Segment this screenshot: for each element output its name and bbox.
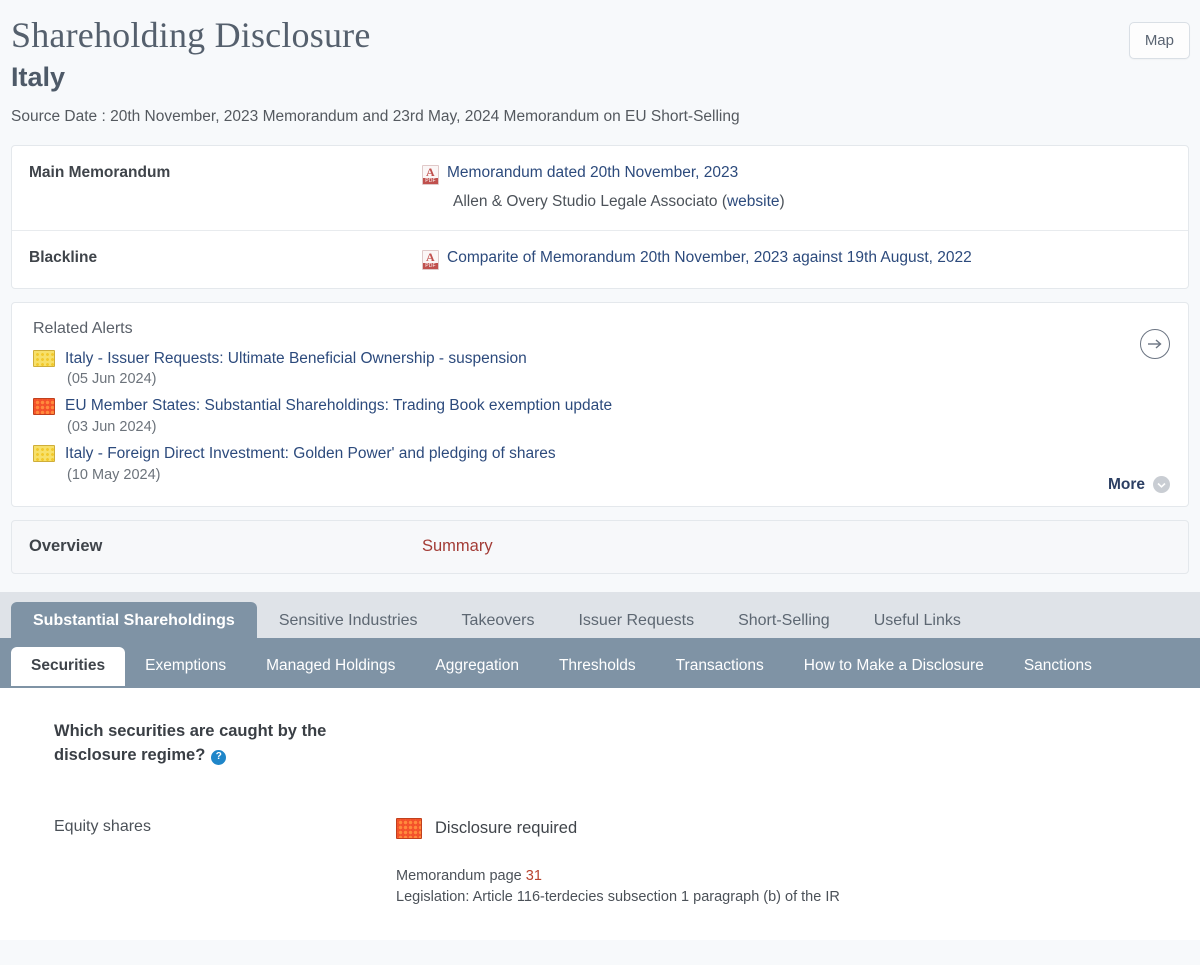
question-line-1: Which securities are caught by the	[54, 722, 326, 740]
memorandum-link-line: Memorandum dated 20th November, 2023	[422, 164, 1188, 185]
alert-marker-red-icon	[33, 398, 55, 415]
subtab-securities[interactable]: Securities	[11, 647, 125, 687]
subtab-thresholds[interactable]: Thresholds	[539, 647, 656, 687]
related-alerts-card: Related Alerts Italy - Issuer Requests: …	[11, 302, 1189, 507]
alert-date: (05 Jun 2024)	[67, 371, 1188, 388]
memorandum-website-link[interactable]: website	[727, 193, 780, 210]
answer-label: Equity shares	[0, 818, 396, 908]
help-icon[interactable]: ?	[211, 750, 226, 765]
summary-link[interactable]: Summary	[422, 537, 493, 556]
main-tabs-row: Substantial Shareholdings Sensitive Indu…	[11, 602, 1200, 641]
chevron-down-glyph	[1157, 482, 1166, 488]
alert-link[interactable]: EU Member States: Substantial Shareholdi…	[65, 396, 612, 415]
memorandum-row-main: Main Memorandum Memorandum dated 20th No…	[12, 146, 1188, 230]
memorandum-page-number[interactable]: 31	[526, 868, 542, 884]
list-item: EU Member States: Substantial Shareholdi…	[33, 396, 1188, 436]
alert-link[interactable]: Italy - Foreign Direct Investment: Golde…	[65, 444, 556, 463]
page-title: Shareholding Disclosure	[11, 14, 1200, 57]
memorandum-page-label: Memorandum page	[396, 868, 526, 884]
list-item: Italy - Foreign Direct Investment: Golde…	[33, 444, 1188, 484]
alert-date: (10 May 2024)	[67, 467, 1188, 484]
memorandum-firm-line: Allen & Overy Studio Legale Associato (w…	[453, 193, 1188, 212]
page-header: Shareholding Disclosure Italy Source Dat…	[0, 0, 1200, 127]
memorandum-link[interactable]: Memorandum dated 20th November, 2023	[447, 164, 738, 183]
answer-body: Disclosure required Memorandum page 31 L…	[396, 818, 1200, 908]
arrow-right-icon[interactable]	[1140, 329, 1170, 359]
answer-meta: Memorandum page 31 Legislation: Article …	[396, 866, 1200, 908]
blackline-label: Blackline	[12, 249, 422, 267]
alert-line: Italy - Foreign Direct Investment: Golde…	[33, 444, 1188, 463]
memorandum-firm-suffix: )	[780, 193, 785, 210]
alert-marker-yellow-icon	[33, 350, 55, 367]
more-label: More	[1108, 476, 1145, 494]
subtab-exemptions[interactable]: Exemptions	[125, 647, 246, 687]
sub-tabs-row: Securities Exemptions Managed Holdings A…	[11, 647, 1200, 687]
content-panel: Which securities are caught by the discl…	[0, 688, 1200, 940]
overview-label: Overview	[12, 537, 422, 556]
subtab-managed-holdings[interactable]: Managed Holdings	[246, 647, 415, 687]
alert-line: Italy - Issuer Requests: Ultimate Benefi…	[33, 349, 1188, 368]
content-question: Which securities are caught by the discl…	[54, 720, 384, 768]
subtab-how-to-make-a-disclosure[interactable]: How to Make a Disclosure	[784, 647, 1004, 687]
status-text: Disclosure required	[435, 819, 577, 838]
tab-sensitive-industries[interactable]: Sensitive Industries	[257, 602, 440, 641]
memorandum-card: Main Memorandum Memorandum dated 20th No…	[11, 145, 1189, 289]
alert-date: (03 Jun 2024)	[67, 419, 1188, 436]
overview-bar: Overview Summary	[11, 520, 1189, 574]
subtab-aggregation[interactable]: Aggregation	[415, 647, 539, 687]
blackline-link[interactable]: Comparite of Memorandum 20th November, 2…	[447, 249, 972, 268]
tab-issuer-requests[interactable]: Issuer Requests	[556, 602, 716, 641]
memorandum-firm-name: Allen & Overy Studio Legale Associato (	[453, 193, 727, 210]
blackline-body: Comparite of Memorandum 20th November, 2…	[422, 249, 1188, 270]
more-button[interactable]: More	[1108, 476, 1170, 494]
pdf-icon	[422, 165, 439, 185]
alert-line: EU Member States: Substantial Shareholdi…	[33, 396, 1188, 415]
status-marker-red-icon	[396, 818, 422, 839]
tab-useful-links[interactable]: Useful Links	[852, 602, 983, 641]
tab-short-selling[interactable]: Short-Selling	[716, 602, 852, 641]
memorandum-body: Memorandum dated 20th November, 2023 All…	[422, 164, 1188, 212]
answer-row: Equity shares Disclosure required Memora…	[0, 818, 1200, 908]
pdf-icon	[422, 250, 439, 270]
related-alerts-title: Related Alerts	[33, 320, 1188, 338]
memorandum-label: Main Memorandum	[12, 164, 422, 182]
tab-substantial-shareholdings[interactable]: Substantial Shareholdings	[11, 602, 257, 641]
alert-link[interactable]: Italy - Issuer Requests: Ultimate Benefi…	[65, 349, 527, 368]
sub-tab-bar: Securities Exemptions Managed Holdings A…	[0, 638, 1200, 688]
subtab-transactions[interactable]: Transactions	[656, 647, 784, 687]
chevron-down-icon	[1153, 476, 1170, 493]
main-tab-bar: Substantial Shareholdings Sensitive Indu…	[0, 592, 1200, 638]
source-date-text: Source Date : 20th November, 2023 Memora…	[11, 107, 1200, 127]
status-badge: Disclosure required	[396, 818, 1200, 839]
alert-marker-yellow-icon	[33, 445, 55, 462]
arrow-right-glyph	[1147, 338, 1163, 350]
question-line-2: disclosure regime?	[54, 746, 205, 764]
memorandum-row-blackline: Blackline Comparite of Memorandum 20th N…	[12, 230, 1188, 288]
legislation-text: Legislation: Article 116-terdecies subse…	[396, 889, 840, 905]
tab-takeovers[interactable]: Takeovers	[440, 602, 557, 641]
country-title: Italy	[11, 63, 1200, 93]
list-item: Italy - Issuer Requests: Ultimate Benefi…	[33, 349, 1188, 389]
subtab-sanctions[interactable]: Sanctions	[1004, 647, 1112, 687]
map-button[interactable]: Map	[1129, 22, 1190, 59]
blackline-link-line: Comparite of Memorandum 20th November, 2…	[422, 249, 1188, 270]
